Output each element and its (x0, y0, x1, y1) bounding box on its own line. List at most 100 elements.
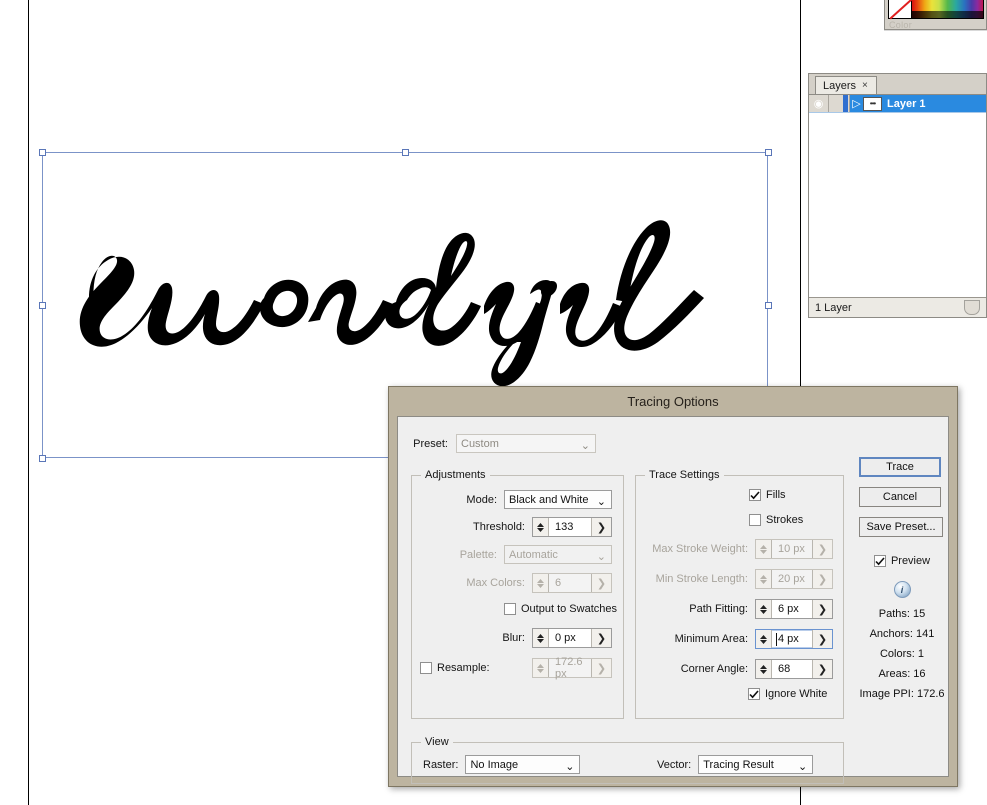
minimum-area-slider-button[interactable]: ❯ (812, 630, 832, 648)
cancel-button[interactable]: Cancel (859, 487, 941, 507)
save-preset-button[interactable]: Save Preset... (859, 517, 943, 537)
layers-panel[interactable]: Layers × ◉ ▷ ••• Layer 1 1 Layer (808, 73, 987, 318)
output-to-swatches-row[interactable]: Output to Swatches (504, 603, 617, 615)
info-icon: i (893, 581, 911, 598)
corner-angle-slider-button[interactable]: ❯ (812, 660, 832, 678)
resample-checkbox[interactable] (420, 662, 432, 674)
fills-row[interactable]: Fills (749, 489, 786, 501)
path-fitting-stepper[interactable]: 6 px ❯ (755, 599, 833, 619)
tracing-options-dialog[interactable]: Tracing Options Preset: Custom ⌄ Adjustm… (388, 386, 958, 787)
text-caret (776, 633, 777, 646)
stepper-arrows-icon (533, 574, 549, 592)
chevron-down-icon: ⌄ (596, 496, 606, 508)
selection-handle-bottom-left[interactable] (39, 455, 46, 462)
preview-checkbox[interactable] (873, 555, 886, 567)
layer-name[interactable]: Layer 1 (887, 98, 926, 110)
corner-angle-stepper[interactable]: 68 ❯ (755, 659, 833, 679)
adjustments-group: Adjustments Mode: Black and White ⌄ Thre… (411, 469, 624, 719)
layer-row[interactable]: ◉ ▷ ••• Layer 1 (809, 95, 986, 113)
tab-layers[interactable]: Layers × (815, 76, 877, 94)
close-icon[interactable]: × (862, 80, 868, 91)
mode-dropdown[interactable]: Black and White ⌄ (504, 490, 612, 509)
max-colors-slider-button: ❯ (591, 574, 611, 592)
selection-handle-middle-right[interactable] (765, 302, 772, 309)
layer-thumbnail: ••• (863, 96, 882, 111)
vector-label: Vector: (657, 758, 692, 771)
chevron-right-icon[interactable]: ▷ (850, 95, 863, 112)
stepper-arrows-icon[interactable] (756, 600, 772, 618)
path-fitting-value[interactable]: 6 px (772, 600, 812, 618)
blur-slider-button[interactable]: ❯ (591, 629, 611, 647)
selection-handle-top-center[interactable] (402, 149, 409, 156)
lock-toggle-icon[interactable] (829, 95, 850, 112)
color-spectrum-ramp[interactable] (912, 0, 984, 19)
trace-settings-title: Trace Settings (645, 469, 724, 481)
preset-dropdown[interactable]: Custom ⌄ (456, 434, 596, 453)
trace-button[interactable]: Trace (859, 457, 941, 477)
strokes-checkbox[interactable] (749, 514, 761, 526)
threshold-stepper[interactable]: 133 ❯ (532, 517, 612, 537)
ignore-white-checkbox[interactable] (748, 688, 760, 700)
stat-image-ppi: Image PPI: 172.6 (859, 688, 945, 700)
fills-label: Fills (766, 489, 786, 501)
threshold-value[interactable]: 133 (549, 518, 591, 536)
app-root: Color Layers × ◉ ▷ ••• Layer 1 1 Layer T… (0, 0, 987, 805)
output-to-swatches-checkbox[interactable] (504, 603, 516, 615)
corner-angle-value[interactable]: 68 (772, 660, 812, 678)
stat-paths: Paths: 15 (878, 608, 926, 620)
threshold-label: Threshold: (473, 521, 525, 533)
layers-tabstrip: Layers × (809, 74, 986, 95)
strokes-row[interactable]: Strokes (749, 514, 803, 526)
max-stroke-weight-label: Max Stroke Weight: (652, 543, 748, 555)
selection-handle-middle-left[interactable] (39, 302, 46, 309)
stat-anchors: Anchors: 141 (869, 628, 935, 640)
stepper-arrows-icon[interactable] (533, 518, 549, 536)
new-layer-icon[interactable] (964, 300, 980, 315)
eye-icon[interactable]: ◉ (809, 95, 829, 112)
threshold-slider-button[interactable]: ❯ (591, 518, 611, 536)
view-title: View (421, 736, 453, 748)
palette-value: Automatic (509, 548, 558, 561)
minimum-area-stepper[interactable]: 4 px ❯ (755, 629, 833, 649)
resample-label: Resample: (437, 662, 490, 674)
palette-dropdown: Automatic ⌄ (504, 545, 612, 564)
fill-none-swatch-icon[interactable] (888, 0, 912, 19)
fills-checkbox[interactable] (749, 489, 761, 501)
chevron-down-icon: ⌄ (798, 761, 808, 773)
stepper-arrows-icon[interactable] (756, 630, 772, 648)
selection-handle-top-left[interactable] (39, 149, 46, 156)
stepper-arrows-icon[interactable] (756, 660, 772, 678)
layer-count-label: 1 Layer (815, 301, 852, 314)
layers-list[interactable]: ◉ ▷ ••• Layer 1 (809, 95, 986, 297)
blur-value[interactable]: 0 px (549, 629, 591, 647)
resample-slider-button: ❯ (591, 659, 611, 677)
minimum-area-value[interactable]: 4 px (772, 630, 812, 648)
minimum-area-label: Minimum Area: (674, 633, 748, 645)
preview-row[interactable]: Preview (859, 555, 945, 567)
stat-colors: Colors: 1 (879, 648, 925, 660)
ignore-white-row[interactable]: Ignore White (748, 688, 827, 700)
path-fitting-slider-button[interactable]: ❯ (812, 600, 832, 618)
strokes-label: Strokes (766, 514, 804, 526)
path-fitting-label: Path Fitting: (689, 603, 748, 615)
raster-label: Raster: (423, 758, 459, 771)
tab-layers-label: Layers (823, 79, 857, 92)
raster-dropdown[interactable]: No Image ⌄ (465, 755, 581, 774)
palette-label: Palette: (459, 548, 497, 561)
trace-settings-group: Trace Settings Fills Strokes Max Stroke … (635, 469, 844, 719)
dialog-body: Preset: Custom ⌄ Adjustments Mode: Black… (397, 416, 949, 784)
max-colors-label: Max Colors: (466, 577, 525, 589)
stepper-arrows-icon[interactable] (533, 629, 549, 647)
color-panel[interactable]: Color (884, 0, 987, 30)
color-panel-label: Color (889, 20, 913, 30)
blur-stepper[interactable]: 0 px ❯ (532, 628, 612, 648)
selection-handle-top-right[interactable] (765, 149, 772, 156)
min-stroke-length-value: 20 px (778, 573, 805, 585)
chevron-down-icon: ⌄ (580, 440, 590, 452)
canvas-left-edge (28, 0, 29, 805)
corner-angle-label: Corner Angle: (680, 663, 748, 675)
blur-label: Blur: (502, 632, 525, 644)
min-stroke-length-label: Min Stroke Length: (655, 573, 748, 585)
stepper-arrows-icon (756, 570, 772, 588)
vector-dropdown[interactable]: Tracing Result ⌄ (698, 755, 814, 774)
